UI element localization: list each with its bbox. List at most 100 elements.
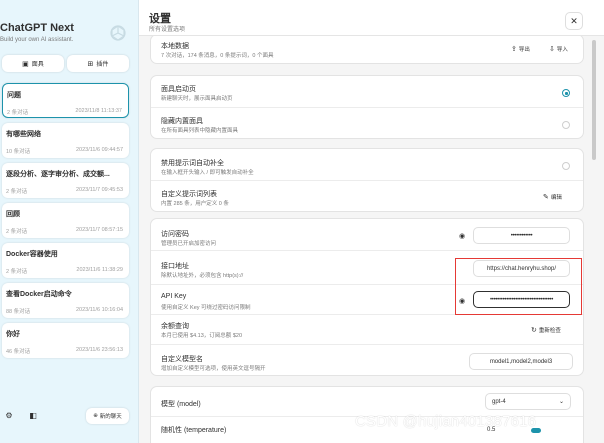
endpoint-subtitle: 除默认地址外，必须包含 http(s):// (161, 273, 244, 279)
sidebar: ChatGPT Next Build your own AI assistant… (0, 0, 139, 443)
chat-time: 2023/11/6 09:44:57 (76, 147, 123, 153)
access-code-row: 访问密码 管理员已开启加密访问 ◉ •••••••••••• (151, 219, 583, 251)
github-icon[interactable]: ◧ (26, 409, 40, 423)
close-button[interactable]: ✕ (565, 12, 583, 30)
mask-settings-card: 面具启动页 新建聊天时，展示面具启动页 隐藏内置面具 在所有面具列表中隐藏内置面… (150, 75, 584, 139)
mask-launch-title: 面具启动页 (161, 86, 196, 93)
export-icon: ⇪ (511, 46, 517, 53)
endpoint-title: 接口地址 (161, 263, 189, 270)
chat-item[interactable]: 问题 2 条对话 2023/11/8 11:13:37 (2, 83, 129, 118)
chat-title: Docker容器使用 (6, 251, 58, 258)
chat-count: 2 条对话 (6, 269, 28, 275)
plugin-button[interactable]: ⊞ 插件 (67, 55, 129, 72)
mask-launch-checkbox[interactable] (562, 89, 570, 97)
autocomplete-title: 禁用提示词自动补全 (161, 160, 224, 167)
edit-icon: ✎ (543, 194, 549, 201)
chat-time: 2023/11/6 10:16:04 (76, 307, 123, 313)
hide-builtin-mask-checkbox[interactable] (562, 121, 570, 129)
autocomplete-subtitle: 在输入框开头输入 / 即可触发自动补全 (161, 170, 254, 176)
add-icon: ⊕ (93, 413, 98, 419)
settings-panel: 设置 所有设置选项 ✕ 本地数据 7 次对话，174 条消息，0 条提示词，0 … (139, 0, 604, 443)
chat-title: 你好 (6, 331, 20, 338)
chat-count: 2 条对话 (6, 189, 28, 195)
hide-builtin-mask-subtitle: 在所有面具列表中隐藏内置面具 (161, 128, 239, 134)
chat-item[interactable]: 查看Docker启动命令 88 条对话 2023/11/6 10:16:04 (2, 283, 129, 318)
recheck-button[interactable]: ↻ 重新检查 (531, 324, 561, 336)
plugin-button-label: 插件 (96, 62, 109, 68)
recheck-label: 重新检查 (538, 328, 561, 334)
custom-models-row: 自定义模型名 增加自定义模型可选项，使用英文逗号隔开 model1,model2… (151, 345, 583, 377)
chat-title: 逐段分析、逐字审分析、成交额... (6, 171, 110, 178)
model-title: 模型 (model) (161, 401, 201, 408)
mask-launch-subtitle: 新建聊天时，展示面具启动页 (161, 96, 233, 102)
watermark: CSDN @hujian401387616 (355, 413, 537, 430)
chat-item[interactable]: 逐段分析、逐字审分析、成交额... 2 条对话 2023/11/7 09:45:5… (2, 163, 129, 198)
edit-label: 编辑 (550, 195, 562, 201)
chat-item[interactable]: 你好 46 条对话 2023/11/6 23:56:13 (2, 323, 129, 358)
chat-title: 回顾 (6, 211, 20, 218)
export-button[interactable]: ⇪ 导出 (511, 43, 530, 55)
import-button[interactable]: ⇩ 导入 (549, 43, 568, 55)
model-select-value: gpt-4 (492, 398, 506, 405)
access-code-input[interactable]: •••••••••••• (473, 227, 570, 244)
plugin-icon: ⊞ (87, 60, 94, 68)
chat-time: 2023/11/7 09:45:53 (76, 187, 123, 193)
autocomplete-row: 禁用提示词自动补全 在输入框开头输入 / 即可触发自动补全 (151, 149, 583, 181)
access-code-title: 访问密码 (161, 231, 189, 238)
chat-item[interactable]: 有哪些网络 10 条对话 2023/11/6 09:44:57 (2, 123, 129, 158)
custom-models-title: 自定义模型名 (161, 356, 203, 363)
mask-launch-row: 面具启动页 新建聊天时，展示面具启动页 (151, 76, 583, 108)
chat-item[interactable]: Docker容器使用 2 条对话 2023/11/6 11:38:29 (2, 243, 129, 278)
api-key-title: API Key (161, 293, 187, 300)
balance-title: 余额查询 (161, 323, 189, 330)
page-subtitle: 所有设置选项 (149, 27, 186, 33)
close-icon: ✕ (570, 15, 578, 26)
temperature-title: 随机性 (temperature) (161, 427, 227, 434)
chat-time: 2023/11/7 08:57:15 (76, 227, 123, 233)
autocomplete-checkbox[interactable] (562, 162, 570, 170)
scrollbar[interactable] (592, 40, 596, 160)
chatgpt-logo-icon (110, 25, 126, 41)
chat-count: 46 条对话 (6, 349, 31, 355)
chat-title: 有哪些网络 (6, 131, 41, 138)
custom-models-subtitle: 增加自定义模型可选项，使用英文逗号隔开 (161, 366, 266, 372)
sidebar-footer: ⚙ ◧ ⊕ 新的聊天 (0, 406, 139, 426)
prompt-list-subtitle: 内置 285 条，用户定义 0 条 (161, 201, 229, 207)
highlight-box (455, 258, 582, 315)
chat-count: 10 条对话 (6, 149, 31, 155)
app-subtitle: Build your own AI assistant. (0, 37, 74, 43)
prompt-list-title: 自定义提示词列表 (161, 191, 217, 198)
prompt-settings-card: 禁用提示词自动补全 在输入框开头输入 / 即可触发自动补全 自定义提示词列表 内… (150, 148, 584, 212)
local-data-title: 本地数据 (161, 43, 189, 50)
eye-icon[interactable]: ◉ (457, 233, 467, 241)
settings-icon[interactable]: ⚙ (2, 409, 16, 423)
chat-time: 2023/11/8 11:13:37 (75, 108, 122, 114)
new-chat-label: 新的聊天 (99, 414, 122, 420)
local-data-row: 本地数据 7 次对话，174 条消息，0 条提示词，0 个面具 ⇪ 导出 ⇩ 导… (151, 36, 583, 65)
balance-subtitle: 本月已使用 $4.13，订阅总额 $20 (161, 333, 242, 339)
custom-models-input[interactable]: model1,model2,model3 (469, 353, 573, 370)
app-title: ChatGPT Next (0, 22, 74, 34)
mask-icon: ▣ (22, 60, 29, 68)
local-data-card: 本地数据 7 次对话，174 条消息，0 条提示词，0 个面具 ⇪ 导出 ⇩ 导… (150, 36, 584, 64)
model-select[interactable]: gpt-4 ⌄ (485, 393, 571, 410)
mask-button-label: 面具 (31, 62, 44, 68)
mask-button[interactable]: ▣ 面具 (2, 55, 64, 72)
export-label: 导出 (518, 47, 530, 53)
chat-count: 88 条对话 (6, 309, 31, 315)
balance-row: 余额查询 本月已使用 $4.13，订阅总额 $20 ↻ 重新检查 (151, 315, 583, 345)
chat-time: 2023/11/6 23:56:13 (76, 347, 123, 353)
settings-scroll[interactable]: 本地数据 7 次对话，174 条消息，0 条提示词，0 个面具 ⇪ 导出 ⇩ 导… (139, 36, 604, 443)
api-key-subtitle: 使用自定义 Key 可绕过密码访问限制 (161, 305, 251, 311)
refresh-icon: ↻ (531, 327, 537, 334)
chat-item[interactable]: 回顾 2 条对话 2023/11/7 08:57:15 (2, 203, 129, 238)
edit-prompts-button[interactable]: ✎ 编辑 (543, 191, 562, 203)
chat-title: 问题 (7, 92, 21, 99)
new-chat-button[interactable]: ⊕ 新的聊天 (86, 408, 129, 424)
chat-time: 2023/11/6 11:38:29 (76, 267, 123, 273)
chat-count: 2 条对话 (6, 229, 28, 235)
hide-builtin-mask-row: 隐藏内置面具 在所有面具列表中隐藏内置面具 (151, 108, 583, 140)
local-data-subtitle: 7 次对话，174 条消息，0 条提示词，0 个面具 (161, 53, 274, 59)
access-code-subtitle: 管理员已开启加密访问 (161, 241, 217, 247)
chat-title: 查看Docker启动命令 (6, 291, 72, 298)
